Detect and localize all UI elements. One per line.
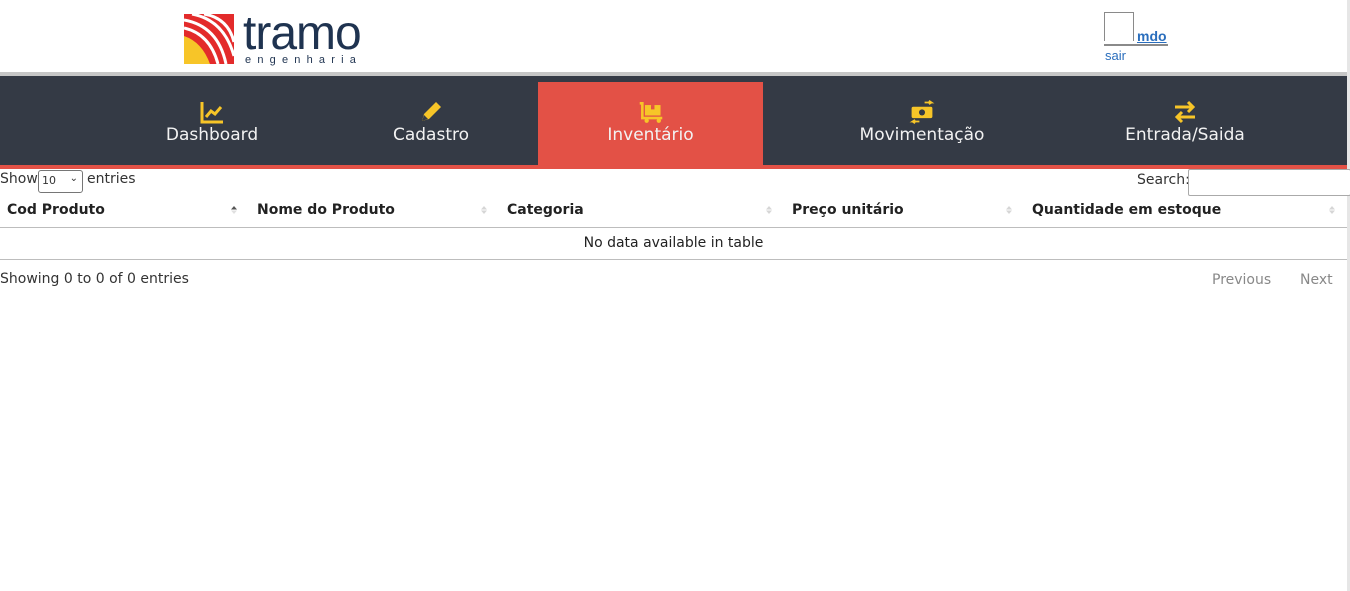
column-header-preco[interactable]: Preço unitário: [792, 195, 1017, 227]
table-controls: Show 10 ⌄ entries Search:: [0, 169, 1350, 196]
nav-item-entrada-saida[interactable]: Entrada/Saida: [1067, 82, 1303, 165]
nav-item-dashboard[interactable]: Dashboard: [100, 82, 324, 165]
nav-label: Inventário: [607, 125, 694, 145]
nav-item-movimentacao[interactable]: Movimentação: [807, 82, 1037, 165]
column-header-label: Categoria: [507, 202, 584, 218]
table-info: Showing 0 to 0 of 0 entries: [0, 271, 189, 287]
nav-label: Cadastro: [392, 125, 470, 145]
search-input[interactable]: [1188, 169, 1350, 196]
nav-label: Dashboard: [165, 125, 259, 145]
brand-name: tramo: [243, 7, 362, 60]
column-header-cod-produto[interactable]: Cod Produto: [7, 195, 242, 227]
column-header-label: Preço unitário: [792, 202, 904, 218]
empty-table-message: No data available in table: [0, 228, 1347, 260]
chart-line-icon: [200, 102, 223, 124]
sort-ascending-icon: [231, 206, 237, 214]
show-label: Show: [0, 171, 38, 187]
inventory-table: Cod Produto Nome do Produto Categoria Pr…: [0, 195, 1347, 260]
main-nav: Dashboard Cadastro Inventário Movimentaç…: [0, 76, 1347, 165]
search-label: Search:: [1137, 172, 1190, 188]
column-header-label: Cod Produto: [7, 202, 105, 218]
tramo-logo-mark-icon: [184, 14, 234, 64]
column-header-categoria[interactable]: Categoria: [507, 195, 777, 227]
sort-icon: [1329, 206, 1335, 214]
column-header-nome-produto[interactable]: Nome do Produto: [257, 195, 492, 227]
nav-item-cadastro[interactable]: Cadastro: [324, 82, 538, 165]
user-menu: mdo sair: [1104, 12, 1174, 63]
user-divider: [1104, 44, 1168, 46]
chevron-down-icon: ⌄: [69, 173, 78, 184]
user-name-link[interactable]: mdo: [1137, 28, 1167, 44]
brand-subtitle: engenharia: [245, 54, 363, 66]
logout-link[interactable]: sair: [1105, 48, 1126, 63]
page-header: tramo engenharia mdo sair: [0, 0, 1347, 72]
brand-logo[interactable]: tramo engenharia: [184, 10, 374, 68]
nav-item-inventario[interactable]: Inventário: [538, 82, 763, 165]
nav-label: Movimentação: [859, 125, 985, 145]
sort-icon: [1006, 206, 1012, 214]
sort-icon: [766, 206, 772, 214]
exchange-arrows-icon: [1174, 100, 1196, 124]
sort-icon: [481, 206, 487, 214]
avatar[interactable]: [1104, 12, 1134, 41]
column-header-label: Nome do Produto: [257, 202, 395, 218]
entries-label: entries: [87, 171, 136, 187]
pencil-icon: [422, 102, 441, 121]
page-size-select[interactable]: 10 ⌄: [38, 170, 83, 193]
page-size-value: 10: [42, 174, 56, 187]
next-page-button[interactable]: Next: [1300, 272, 1333, 288]
table-header: Cod Produto Nome do Produto Categoria Pr…: [0, 195, 1347, 228]
column-header-label: Quantidade em estoque: [1032, 202, 1222, 218]
money-exchange-icon: [909, 100, 935, 124]
dolly-boxes-icon: [639, 102, 662, 123]
column-header-quantidade[interactable]: Quantidade em estoque: [1032, 195, 1340, 227]
previous-page-button[interactable]: Previous: [1212, 272, 1271, 288]
nav-label: Entrada/Saida: [1125, 125, 1245, 145]
